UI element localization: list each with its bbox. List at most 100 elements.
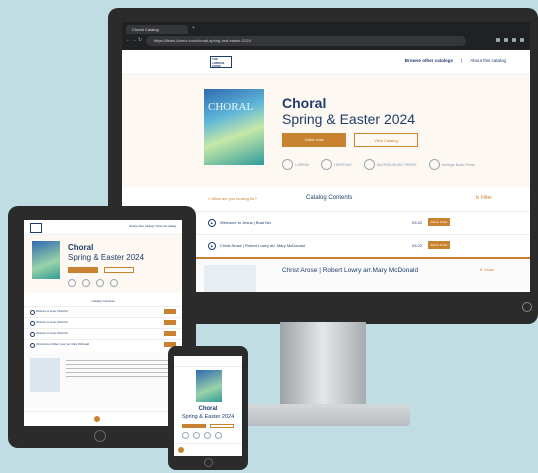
contents-title: Catalog Contents — [306, 195, 353, 201]
extension-icon[interactable] — [496, 38, 500, 42]
publisher-logo: LORENZ — [282, 159, 309, 170]
track-name: Welcome to Jesus | Brad Nix — [220, 220, 272, 225]
publisher-mark-icon — [182, 432, 189, 439]
browser-tabbar: Choral Catalog + — [122, 22, 530, 34]
nav-browse-link[interactable]: Browse other catalogs — [405, 58, 453, 63]
page-title: Choral — [282, 95, 327, 111]
order-now-button[interactable]: Order now — [282, 133, 346, 147]
publisher-mark-icon — [321, 159, 333, 170]
play-icon[interactable] — [30, 321, 35, 326]
toolbar-icons — [496, 38, 524, 42]
tablet-screen: Browse other catalogs | About this catal… — [24, 220, 182, 426]
track-row[interactable]: Welcome to Jesus | Brad Nix — [24, 328, 182, 339]
audio-player — [24, 411, 182, 426]
publisher-mark-icon — [282, 159, 293, 170]
track-name: Christ Arose | Robert Lowry arr. Mary Mc… — [220, 243, 305, 248]
tablet-contents-title: Catalog Contents — [91, 299, 115, 303]
add-to-order-button[interactable] — [164, 320, 176, 325]
back-icon[interactable]: ← — [126, 37, 131, 43]
tablet-subtitle: Spring & Easter 2024 — [68, 253, 145, 262]
play-icon[interactable] — [30, 343, 35, 348]
publisher-logos: LORENZ HERITAGE SACRED MUSIC PRESS Herit… — [282, 159, 475, 170]
publisher-logos — [68, 279, 118, 287]
site-nav: Browse other catalogs | About this catal… — [405, 58, 506, 63]
audio-player — [174, 443, 242, 456]
add-to-order-button[interactable] — [164, 309, 176, 314]
play-icon[interactable] — [30, 310, 35, 315]
monitor-stand-base — [244, 404, 410, 426]
cover-title: CHORAL — [208, 101, 254, 113]
track-row[interactable]: Welcome to Jesus | Brad Nix — [24, 306, 182, 317]
detail-title: Christ Arose | Robert Lowry arr.Mary McD… — [282, 267, 419, 274]
browser-tab[interactable]: Choral Catalog — [126, 25, 188, 34]
hero-section: CHORAL Choral Spring & Easter 2024 Order… — [122, 75, 530, 187]
track-row[interactable]: Welcome to Jesus | Brad Nix — [24, 317, 182, 328]
publisher-mark-icon — [68, 279, 76, 287]
play-icon[interactable] — [30, 332, 35, 337]
tablet-title: Choral — [68, 243, 94, 252]
publisher-mark-icon — [110, 279, 118, 287]
publisher-mark-icon — [193, 432, 200, 439]
page-subtitle: Spring & Easter 2024 — [282, 111, 416, 127]
url-field[interactable]: https://listen.lorenz.com/choral-spring-… — [146, 36, 466, 46]
publisher-mark-icon — [428, 159, 440, 170]
monitor-stand-neck — [280, 322, 366, 412]
order-now-button[interactable] — [182, 424, 206, 428]
tablet-nav[interactable]: Browse other catalogs | About this catal… — [129, 225, 176, 228]
view-catalog-button[interactable] — [104, 267, 134, 273]
extension-icon[interactable] — [504, 38, 508, 42]
forward-icon[interactable]: → — [132, 37, 137, 43]
tablet-hero: Choral Spring & Easter 2024 — [24, 235, 182, 293]
power-button — [522, 302, 532, 312]
add-to-order-button[interactable]: Add to Order — [428, 218, 450, 226]
track-row[interactable]: Christ Arose | Robert Lowry arr. Mary Mc… — [24, 339, 182, 350]
home-button — [204, 458, 213, 467]
lorenz-logo[interactable] — [30, 223, 42, 233]
track-detail-panel — [24, 352, 182, 408]
profile-icon[interactable] — [512, 38, 516, 42]
add-to-order-button[interactable] — [164, 331, 176, 336]
phone-device: Choral Spring & Easter 2024 — [168, 346, 248, 470]
publisher-logo: HERITAGE — [321, 159, 352, 170]
play-pause-button[interactable] — [94, 416, 100, 422]
publisher-logos — [182, 432, 222, 439]
track-duration: 03:22 — [412, 243, 423, 248]
order-now-button[interactable] — [68, 267, 98, 273]
close-button[interactable]: ✕ Close — [479, 267, 494, 272]
publisher-logo: Heritage Music Press — [428, 159, 475, 170]
nav-divider: | — [461, 58, 463, 63]
publisher-mark-icon — [204, 432, 211, 439]
score-preview-image — [204, 265, 256, 292]
view-catalog-button[interactable] — [210, 424, 234, 428]
catalog-cover-image — [32, 241, 60, 279]
browser-chrome: Choral Catalog + ← → ↻ https://listen.lo… — [122, 22, 530, 50]
reload-icon[interactable]: ↻ — [138, 37, 142, 43]
score-preview-image — [30, 358, 60, 392]
detail-text-lines — [66, 360, 170, 380]
catalog-cover-image: CHORAL — [204, 89, 264, 165]
home-button — [94, 430, 106, 442]
phone-header — [174, 356, 242, 367]
filter-button[interactable]: ⇅ Filter — [475, 195, 492, 201]
phone-subtitle: Spring & Easter 2024 — [181, 414, 235, 420]
publisher-mark-icon — [96, 279, 104, 287]
play-icon[interactable]: ▶ — [208, 242, 216, 250]
new-tab-icon[interactable]: + — [192, 25, 195, 31]
add-to-order-button[interactable]: Add to Order — [428, 241, 450, 249]
catalog-cover-image — [196, 370, 222, 402]
search-input[interactable]: ⌕ What are you looking for? — [208, 196, 257, 201]
site-header: THE LORENZ CORP. Browse other catalogs |… — [122, 50, 530, 75]
publisher-logo: SACRED MUSIC PRESS — [363, 159, 417, 170]
nav-about-link[interactable]: About this catalog — [470, 58, 506, 63]
play-icon[interactable]: ▶ — [208, 219, 216, 227]
lorenz-logo[interactable]: THE LORENZ CORP. — [210, 56, 232, 68]
tablet-header: Browse other catalogs | About this catal… — [24, 220, 182, 235]
publisher-mark-icon — [215, 432, 222, 439]
phone-title: Choral — [198, 406, 218, 412]
phone-screen: Choral Spring & Easter 2024 — [174, 356, 242, 456]
view-catalog-button[interactable]: View Catalog — [354, 133, 418, 147]
track-duration: 03:22 — [412, 220, 423, 225]
menu-icon[interactable] — [520, 38, 524, 42]
play-pause-button[interactable] — [178, 447, 184, 453]
publisher-mark-icon — [363, 159, 375, 170]
